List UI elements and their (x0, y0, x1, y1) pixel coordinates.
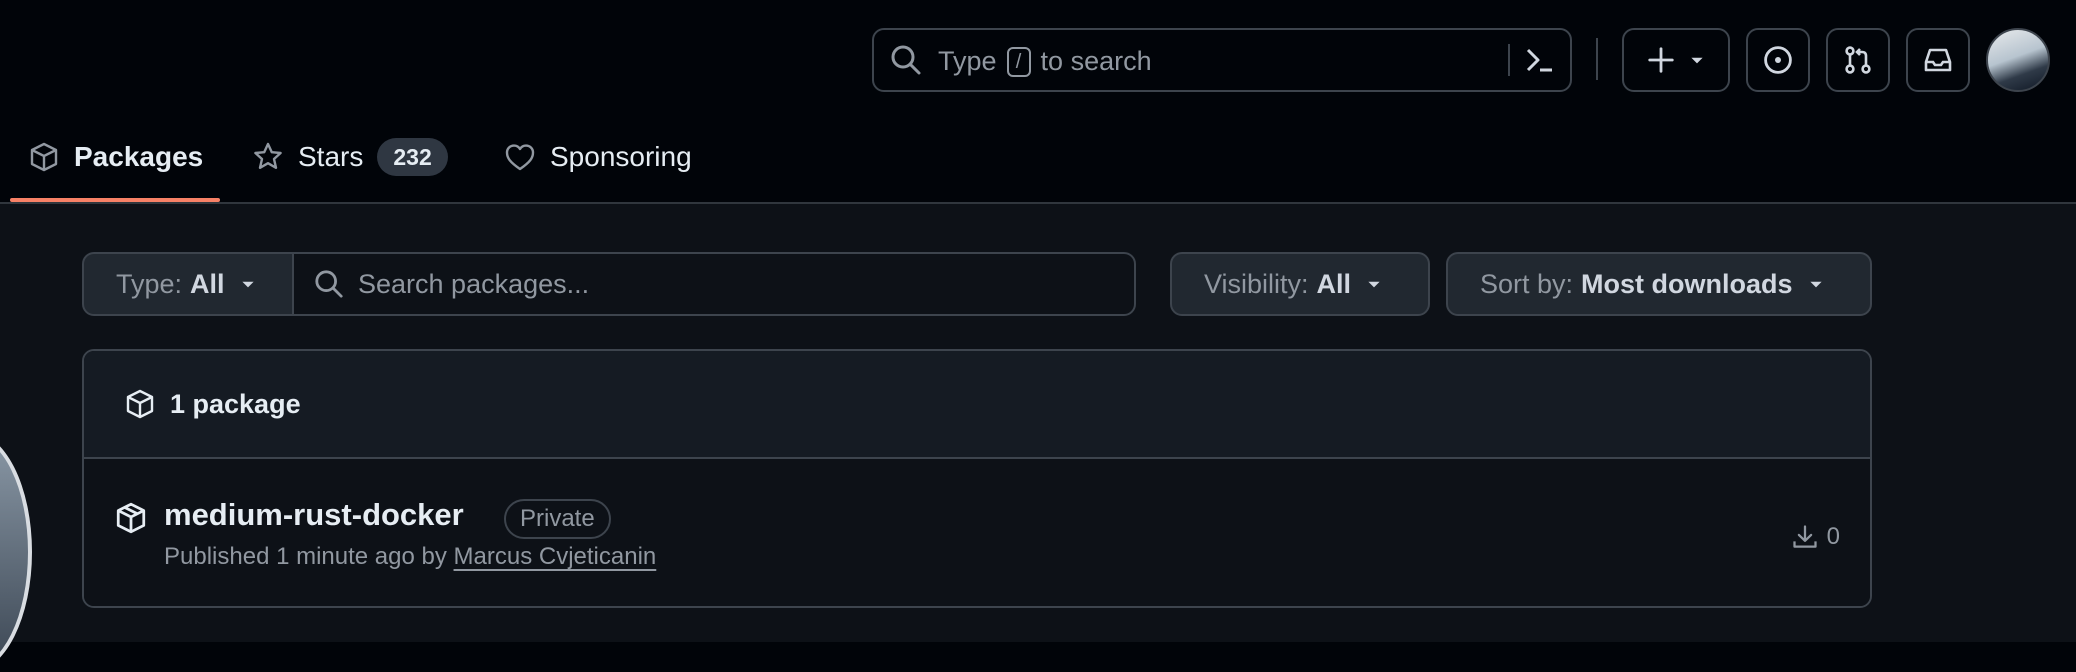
sort-label: Sort by: (1480, 268, 1574, 299)
visibility-filter-label: Visibility: (1204, 268, 1309, 299)
search-divider (1508, 44, 1510, 76)
global-search[interactable]: Type / to search (872, 28, 1572, 92)
search-placeholder: Type / to search (938, 46, 1152, 77)
sort-value: Most downloads (1581, 268, 1793, 299)
search-shortcut-key: / (1006, 46, 1031, 77)
tab-packages[interactable]: Packages (28, 132, 203, 182)
visibility-badge: Private (504, 499, 611, 539)
published-text: Published 1 minute ago by (164, 543, 447, 570)
package-icon (30, 142, 58, 172)
type-filter-value: All (190, 268, 225, 299)
triangle-down-icon (1809, 281, 1822, 288)
search-icon (315, 270, 343, 298)
issues-button[interactable] (1746, 28, 1810, 92)
author-link[interactable]: Marcus Cvjeticanin (454, 543, 657, 570)
package-search-input[interactable]: Search packages... (292, 252, 1136, 316)
tab-stars[interactable]: Stars 232 (252, 132, 448, 182)
tab-packages-label: Packages (74, 141, 204, 172)
list-item: medium-rust-docker Private Published 1 m… (84, 459, 1870, 606)
download-count: 0 (1791, 523, 1840, 551)
tab-sponsoring[interactable]: Sponsoring (504, 132, 692, 182)
package-name-link[interactable]: medium-rust-docker (164, 497, 464, 533)
container-package-icon (116, 502, 146, 534)
download-count-value: 0 (1826, 523, 1840, 550)
package-search-placeholder: Search packages... (358, 268, 590, 299)
triangle-down-icon (1691, 57, 1703, 64)
packages-page: Type: All Search packages... Visibility:… (0, 204, 2076, 672)
sort-button[interactable]: Sort by: Most downloads (1446, 252, 1872, 316)
search-placeholder-suffix: to search (1040, 46, 1152, 76)
header-separator (1596, 38, 1598, 80)
visibility-filter-button[interactable]: Visibility: All (1170, 252, 1430, 316)
inbox-button[interactable] (1906, 28, 1970, 92)
triangle-down-icon (241, 281, 254, 288)
stars-counter: 232 (377, 138, 448, 176)
tab-stars-label: Stars (298, 141, 364, 172)
type-filter-button[interactable]: Type: All (82, 252, 294, 316)
app-header: Type / to search Packages Stars 232 Spon… (0, 0, 2076, 204)
inbox-icon (1924, 48, 1952, 72)
type-filter-label: Type: (116, 268, 183, 299)
package-list: 1 package medium-rust-docker Private Pub… (82, 349, 1872, 608)
pull-requests-button[interactable] (1826, 28, 1890, 92)
command-palette-icon[interactable] (1524, 44, 1556, 76)
visibility-filter-value: All (1316, 268, 1352, 299)
heart-icon (505, 144, 535, 171)
issue-opened-icon (1764, 46, 1792, 74)
star-icon (254, 142, 282, 169)
plus-icon (1648, 47, 1674, 73)
package-icon (126, 389, 154, 419)
git-pull-request-icon (1845, 46, 1871, 74)
package-count: 1 package (170, 388, 301, 419)
create-new-button[interactable] (1622, 28, 1730, 92)
package-list-header: 1 package (84, 351, 1870, 459)
search-icon (891, 45, 921, 75)
active-tab-indicator (10, 198, 220, 202)
triangle-down-icon (1368, 281, 1380, 288)
package-published-info: Published 1 minute ago by Marcus Cvjetic… (164, 543, 656, 571)
user-avatar[interactable] (1986, 28, 2050, 92)
search-placeholder-prefix: Type (938, 46, 997, 76)
tab-sponsoring-label: Sponsoring (550, 141, 692, 172)
download-icon (1793, 525, 1817, 548)
background-window-edge (0, 432, 32, 672)
